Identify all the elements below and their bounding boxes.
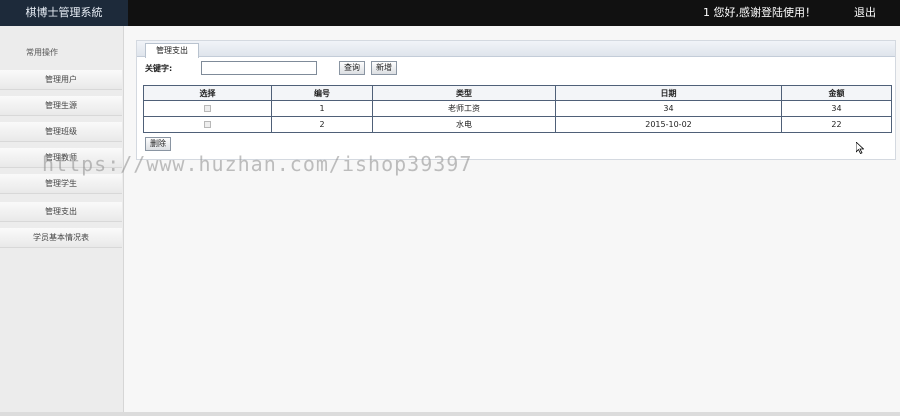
row-checkbox[interactable]	[204, 121, 211, 128]
expense-table: 选择 编号 类型 日期 金额 1 老师工资 34 34 2 水电 2015-10…	[143, 85, 892, 133]
date-cell: 2015-10-02	[555, 116, 782, 133]
logout-link[interactable]: 退出	[854, 0, 876, 26]
sidebar-item-students[interactable]: 管理学生	[0, 174, 122, 194]
amount-cell: 34	[781, 100, 892, 117]
add-button[interactable]: 新增	[371, 61, 397, 75]
type-cell: 老师工资	[372, 100, 556, 117]
top-bar: 棋博士管理系統 1 您好,感谢登陆使用！ 退出	[0, 0, 900, 26]
watermark-text: https://www.huzhan.com/ishop39397	[42, 152, 473, 176]
expense-panel: 管理支出 关键字: 查询 新增 选择 编号 类型 日期 金额 1 老师工资 34…	[136, 40, 896, 160]
sidebar-item-student-report[interactable]: 学员基本情况表	[0, 228, 122, 248]
column-header: 选择	[143, 85, 272, 101]
select-cell	[143, 100, 272, 117]
sidebar-item-users[interactable]: 管理用户	[0, 70, 122, 90]
sidebar-heading: 常用操作	[26, 48, 58, 57]
table-row: 2 水电 2015-10-02 22	[143, 116, 892, 133]
column-header: 类型	[372, 85, 556, 101]
search-input[interactable]	[201, 61, 317, 75]
sidebar-item-sources[interactable]: 管理生源	[0, 96, 122, 116]
tab-strip: 管理支出	[137, 41, 895, 58]
greeting-text: 1 您好,感谢登陆使用！	[703, 6, 816, 19]
column-header: 金额	[781, 85, 892, 101]
row-checkbox[interactable]	[204, 105, 211, 112]
app-title: 棋博士管理系統	[0, 0, 128, 26]
id-cell: 1	[271, 100, 373, 117]
table-row: 1 老师工资 34 34	[143, 100, 892, 117]
type-cell: 水电	[372, 116, 556, 133]
search-label: 关键字:	[145, 64, 173, 73]
mouse-pointer-icon	[856, 142, 864, 154]
bottom-divider	[0, 412, 900, 416]
tab-manage-expenses[interactable]: 管理支出	[145, 43, 199, 58]
amount-cell: 22	[781, 116, 892, 133]
id-cell: 2	[271, 116, 373, 133]
column-header: 日期	[555, 85, 782, 101]
sidebar-item-expenses[interactable]: 管理支出	[0, 202, 122, 222]
query-button[interactable]: 查询	[339, 61, 365, 75]
sidebar: 常用操作 管理用户 管理生源 管理班级 管理教师 管理学生 管理支出 学员基本情…	[0, 26, 124, 416]
main-content: 管理支出 关键字: 查询 新增 选择 编号 类型 日期 金额 1 老师工资 34…	[124, 26, 900, 416]
table-header-row: 选择 编号 类型 日期 金额	[143, 85, 892, 101]
select-cell	[143, 116, 272, 133]
date-cell: 34	[555, 100, 782, 117]
column-header: 编号	[271, 85, 373, 101]
delete-button[interactable]: 删除	[145, 137, 171, 151]
sidebar-item-classes[interactable]: 管理班级	[0, 122, 122, 142]
